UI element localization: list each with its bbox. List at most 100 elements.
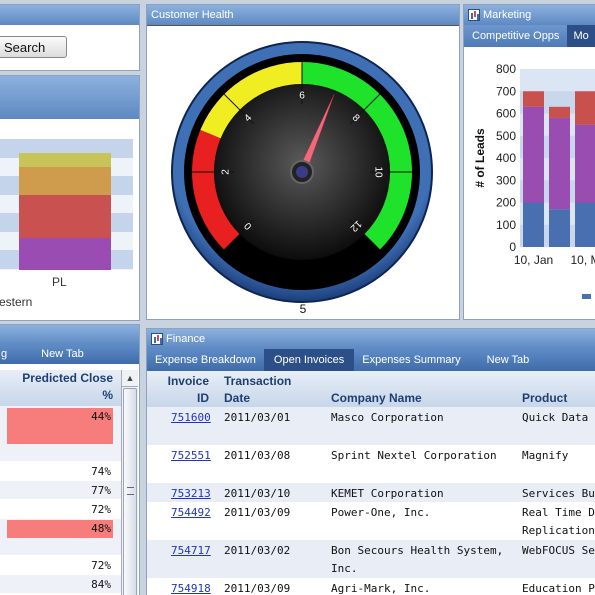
regional-chart-titlebar — [0, 76, 139, 119]
search-panel-titlebar — [0, 5, 139, 25]
marketing-x-tick-label: 10, Jan — [514, 253, 553, 267]
marketing-bar-segment[interactable] — [575, 91, 595, 125]
marketing-legend-swatch — [582, 294, 591, 299]
marketing-titlebar: Marketing — [464, 5, 595, 25]
header-invoice-id[interactable]: Invoice ID — [147, 373, 209, 407]
list-item[interactable]: 84% — [0, 575, 121, 594]
gauge-chart: 024681012 — [171, 41, 433, 303]
gauge-frame: 0 2 4 6 8 10 12 — [147, 25, 459, 317]
marketing-bar-segment[interactable] — [549, 117, 570, 210]
marketing-bar-segment[interactable] — [549, 209, 570, 247]
invoice-table-header: Invoice ID Transaction Date Company Name… — [147, 371, 595, 407]
table-row[interactable]: 753213 2011/03/10 KEMET Corporation Service… — [147, 483, 595, 502]
list-item[interactable]: 74% — [0, 462, 121, 481]
tab-new[interactable]: New Tab — [469, 349, 548, 371]
vertical-scrollbar[interactable]: ▲ — [121, 370, 138, 595]
header-id-label: ID — [197, 391, 209, 405]
tab-open-invoices[interactable]: Open Invoices — [263, 349, 355, 371]
list-item[interactable]: 72% — [0, 500, 121, 519]
marketing-bar-chart: 0 100 200 300 400 500 600 700 800 # of Leads 10, J… — [473, 62, 595, 299]
invoice-id-link[interactable]: 754717 — [171, 542, 221, 560]
marketing-y-tick-label: 600 — [496, 107, 516, 121]
regional-chart-panel: PL estern — [0, 75, 140, 321]
invoice-table-body: 751600 2011/03/01 Masco Corporation Quick D… — [147, 407, 595, 595]
search-button[interactable]: Search — [0, 36, 67, 58]
product-cell: Magnify — [522, 449, 569, 462]
predicted-close-header-label: Predicted Close — [22, 371, 113, 385]
gauge-tick-label: 6 — [299, 91, 305, 102]
header-transaction-date[interactable]: Transaction Date — [224, 373, 291, 407]
regional-bar[interactable] — [19, 153, 111, 270]
header-date-label: Date — [224, 391, 251, 405]
search-panel: Search — [0, 4, 140, 71]
product-cell: Education Pa — [522, 582, 595, 595]
tab-mo[interactable]: Mo — [567, 25, 595, 47]
finance-titlebar: Finance — [147, 329, 595, 349]
regional-footer-text: estern — [0, 295, 33, 309]
tab-new[interactable]: New Tab — [17, 345, 94, 364]
marketing-bar-segment[interactable] — [549, 106, 570, 118]
gauge-tick-label: 10 — [372, 166, 383, 178]
product-cell: Real Time Dat Replication — [522, 506, 595, 537]
scroll-thumb[interactable] — [123, 388, 137, 595]
company-name-cell: Masco Corporation — [331, 411, 444, 424]
tab-expenses-summary[interactable]: Expenses Summary — [354, 349, 468, 371]
predicted-close-value: 72% — [91, 559, 111, 572]
finance-panel: Finance Expense Breakdown Open Invoices … — [146, 328, 595, 595]
marketing-y-tick-label: 0 — [509, 240, 516, 254]
invoice-id-link[interactable]: 754918 — [171, 580, 221, 595]
header-invoice-label: Invoice — [167, 374, 209, 388]
invoice-id-link[interactable]: 753213 — [171, 485, 221, 503]
marketing-x-tick-label: 10, M — [570, 253, 595, 267]
list-item[interactable]: 48% — [0, 519, 121, 556]
product-cell: WebFOCUS Se — [522, 544, 595, 557]
marketing-bar-segment[interactable] — [575, 202, 595, 248]
table-row[interactable]: 754492 2011/03/09 Power-One, Inc. Real Time… — [147, 502, 595, 540]
transaction-date-cell: 2011/03/01 — [224, 411, 291, 424]
predicted-close-tabs: g New Tab — [0, 345, 139, 364]
marketing-bar-segment[interactable] — [523, 106, 544, 203]
tab-expense-breakdown[interactable]: Expense Breakdown — [147, 349, 264, 371]
regional-bar-segment — [19, 195, 111, 238]
predicted-close-value: 48% — [7, 520, 113, 538]
list-item[interactable]: 72% — [0, 556, 121, 575]
invoice-id-link[interactable]: 754492 — [171, 504, 221, 522]
predicted-close-value: 77% — [91, 484, 111, 497]
predicted-close-value: 84% — [91, 578, 111, 591]
table-row[interactable]: 754717 2011/03/02 Bon Secours Health Syste… — [147, 540, 595, 578]
list-item[interactable]: 77% — [0, 481, 121, 500]
finance-tabs: Expense Breakdown Open Invoices Expenses… — [147, 349, 595, 371]
marketing-bar-segment[interactable] — [523, 202, 544, 248]
customer-health-panel: Customer Health 0 2 4 6 8 10 12 5 — [146, 4, 460, 320]
regional-x-label: PL — [52, 275, 67, 289]
table-row[interactable]: 754918 2011/03/09 Agri-Mark, Inc. Education… — [147, 578, 595, 595]
transaction-date-cell: 2011/03/09 — [224, 506, 291, 519]
scroll-up-arrow[interactable]: ▲ — [122, 370, 138, 387]
invoice-id-link[interactable]: 751600 — [171, 409, 221, 427]
predicted-close-value: 44% — [7, 408, 113, 444]
marketing-y-tick-label: 100 — [496, 218, 516, 232]
regional-plot-area — [0, 139, 133, 270]
header-product[interactable]: Product — [522, 390, 567, 407]
predicted-close-value: 72% — [91, 503, 111, 516]
predicted-close-list: 44% 74% 77% 72% 48% 72% 84% — [0, 406, 121, 594]
chart-icon — [468, 9, 480, 21]
tab-previous[interactable]: g — [0, 345, 17, 364]
invoice-id-link[interactable]: 752551 — [171, 447, 221, 465]
transaction-date-cell: 2011/03/08 — [224, 449, 291, 462]
tab-competitive-opps[interactable]: Competitive Opps — [464, 25, 567, 47]
table-row[interactable]: 752551 2011/03/08 Sprint Nextel Corporatio… — [147, 445, 595, 483]
finance-title: Finance — [166, 333, 206, 345]
gauge-tick-label: 2 — [221, 169, 232, 175]
header-company-name[interactable]: Company Name — [331, 390, 422, 407]
marketing-bar-segment[interactable] — [575, 124, 595, 203]
gauge-readout: 5 — [299, 302, 307, 316]
transaction-date-cell: 2011/03/02 — [224, 544, 291, 557]
marketing-panel: Marketing Competitive Opps Mo 0 100 200 300… — [463, 4, 595, 320]
list-item[interactable]: 44% — [0, 406, 121, 462]
table-row[interactable]: 751600 2011/03/01 Masco Corporation Quick D… — [147, 407, 595, 445]
marketing-bar-segment[interactable] — [523, 91, 544, 107]
regional-bar-segment — [19, 238, 111, 270]
predicted-close-panel: g New Tab Predicted Close % 44% 74% 77% 72%… — [0, 324, 140, 595]
marketing-y-axis-label: # of Leads — [473, 128, 487, 188]
